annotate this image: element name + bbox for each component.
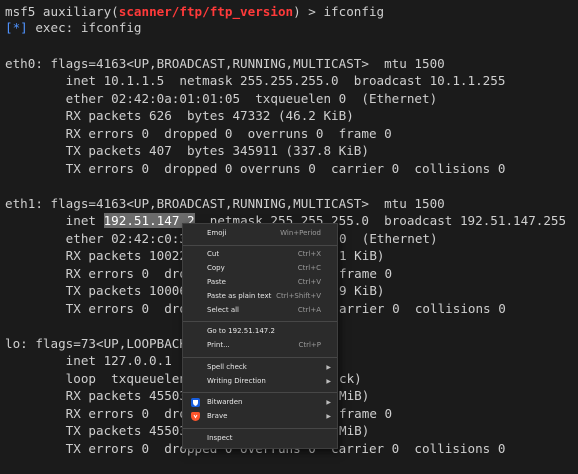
- menu-item-brave[interactable]: Brave ▶: [183, 410, 337, 423]
- menu-item-emoji-label: Emoji: [207, 229, 227, 237]
- menu-item-goto-address[interactable]: Go to 192.51.147.2: [183, 325, 337, 338]
- chevron-right-icon: ▶: [326, 378, 331, 385]
- menu-item-cut-shortcut: Ctrl+X: [297, 250, 321, 258]
- menu-item-emoji-shortcut: Win+Period: [280, 229, 321, 237]
- menu-item-inspect[interactable]: Inspect: [183, 432, 337, 445]
- menu-item-bitwarden-label: Bitwarden: [207, 398, 243, 406]
- eth1-rx-errors-line: RX errors 0 dro: [5, 266, 187, 281]
- lo-flags-line: lo: flags=73<UP,LOOPBACK: [5, 336, 187, 351]
- eth0-rx-packets-line: RX packets 626 bytes 47332 (46.2 KiB): [5, 108, 354, 123]
- selected-ip-address[interactable]: 192.51.147.2: [103, 213, 195, 228]
- exec-text: exec: ifconfig: [27, 20, 142, 35]
- menu-item-emoji[interactable]: Emoji Win+Period: [183, 227, 337, 240]
- exec-marker: [*]: [5, 20, 28, 35]
- brave-lion-icon: [191, 412, 200, 421]
- context-menu: Emoji Win+Period Cut Ctrl+X Copy Ctrl+C …: [182, 223, 338, 449]
- menu-item-select-all-label: Select all: [207, 306, 239, 314]
- menu-item-copy-label: Copy: [207, 264, 225, 272]
- menu-item-copy[interactable]: Copy Ctrl+C: [183, 262, 337, 275]
- lo-rx-packets-line: RX packets 45503: [5, 388, 187, 403]
- module-path: scanner/ftp/ftp_version: [118, 4, 294, 19]
- eth1-tx-errors-tail: arrier 0 collisions 0: [339, 301, 506, 316]
- menu-item-copy-shortcut: Ctrl+C: [297, 264, 321, 272]
- menu-separator: [183, 392, 337, 393]
- menu-item-paste-plain-shortcut: Ctrl+Shift+V: [276, 292, 321, 300]
- eth1-ether-tail: 0 (Ethernet): [339, 231, 438, 246]
- menu-item-writing-label: Writing Direction: [207, 377, 266, 385]
- menu-item-paste-shortcut: Ctrl+V: [297, 278, 321, 286]
- lo-tx-packets-tail: MiB): [339, 423, 370, 438]
- lo-rx-packets-tail: MiB): [339, 388, 370, 403]
- eth1-ether-line: ether 02:42:c0:3: [5, 231, 187, 246]
- lo-tx-packets-line: TX packets 45503: [5, 423, 187, 438]
- menu-item-print[interactable]: Print... Ctrl+P: [183, 339, 337, 352]
- menu-separator: [183, 321, 337, 322]
- menu-item-select-all[interactable]: Select all Ctrl+A: [183, 304, 337, 317]
- eth0-flags-line: eth0: flags=4163<UP,BROADCAST,RUNNING,MU…: [5, 56, 445, 71]
- lo-loop-line: loop txqueuelen: [5, 371, 187, 386]
- menu-item-print-shortcut: Ctrl+P: [298, 341, 321, 349]
- eth1-tx-errors-line: TX errors 0 dro: [5, 301, 187, 316]
- eth1-rx-packets-line: RX packets 10022: [5, 248, 187, 263]
- menu-item-select-all-shortcut: Ctrl+A: [297, 306, 321, 314]
- menu-item-bitwarden[interactable]: Bitwarden ▶: [183, 396, 337, 409]
- prompt-prefix: msf5 auxiliary(: [5, 4, 119, 19]
- prompt-suffix: ) > ifconfig: [293, 4, 385, 19]
- chevron-right-icon: ▶: [326, 399, 331, 406]
- menu-item-goto-label: Go to 192.51.147.2: [207, 327, 275, 335]
- eth1-inet-prefix: inet: [5, 213, 104, 228]
- menu-item-print-label: Print...: [207, 341, 230, 349]
- lo-rx-errors-tail: frame 0: [339, 406, 393, 421]
- eth0-ether-line: ether 02:42:0a:01:01:05 txqueuelen 0 (Et…: [5, 91, 438, 106]
- menu-item-cut-label: Cut: [207, 250, 220, 258]
- menu-item-paste-plain-label: Paste as plain text: [207, 292, 272, 300]
- menu-item-paste-plain-text[interactable]: Paste as plain text Ctrl+Shift+V: [183, 290, 337, 303]
- eth0-rx-errors-line: RX errors 0 dropped 0 overruns 0 frame 0: [5, 126, 392, 141]
- menu-item-spell-label: Spell check: [207, 363, 247, 371]
- menu-item-inspect-label: Inspect: [207, 434, 233, 442]
- eth1-tx-packets-tail: 9 KiB): [339, 283, 385, 298]
- lo-rx-errors-line: RX errors 0 dro: [5, 406, 187, 421]
- eth0-tx-packets-line: TX packets 407 bytes 345911 (337.8 KiB): [5, 143, 369, 158]
- menu-item-writing-direction[interactable]: Writing Direction ▶: [183, 375, 337, 388]
- lo-inet-line: inet 127.0.0.1: [5, 353, 172, 368]
- eth1-rx-errors-tail: frame 0: [339, 266, 393, 281]
- eth1-tx-packets-line: TX packets 10006: [5, 283, 187, 298]
- menu-separator: [183, 428, 337, 429]
- eth1-flags-line: eth1: flags=4163<UP,BROADCAST,RUNNING,MU…: [5, 196, 445, 211]
- menu-item-paste-label: Paste: [207, 278, 226, 286]
- menu-item-cut[interactable]: Cut Ctrl+X: [183, 248, 337, 261]
- menu-item-spell-check[interactable]: Spell check ▶: [183, 361, 337, 374]
- eth1-rx-packets-tail: 1 KiB): [339, 248, 385, 263]
- exec-line: [*] exec: ifconfig: [5, 20, 141, 36]
- eth0-inet-line: inet 10.1.1.5 netmask 255.255.255.0 broa…: [5, 73, 506, 88]
- bitwarden-shield-icon: [191, 398, 200, 407]
- menu-separator: [183, 245, 337, 246]
- menu-item-brave-label: Brave: [207, 412, 228, 420]
- chevron-right-icon: ▶: [326, 413, 331, 420]
- menu-separator: [183, 357, 337, 358]
- chevron-right-icon: ▶: [326, 364, 331, 371]
- menu-item-paste[interactable]: Paste Ctrl+V: [183, 276, 337, 289]
- eth0-tx-errors-line: TX errors 0 dropped 0 overruns 0 carrier…: [5, 161, 506, 176]
- command-prompt-line: msf5 auxiliary(scanner/ftp/ftp_version) …: [5, 4, 384, 20]
- lo-loop-tail: ck): [339, 371, 362, 386]
